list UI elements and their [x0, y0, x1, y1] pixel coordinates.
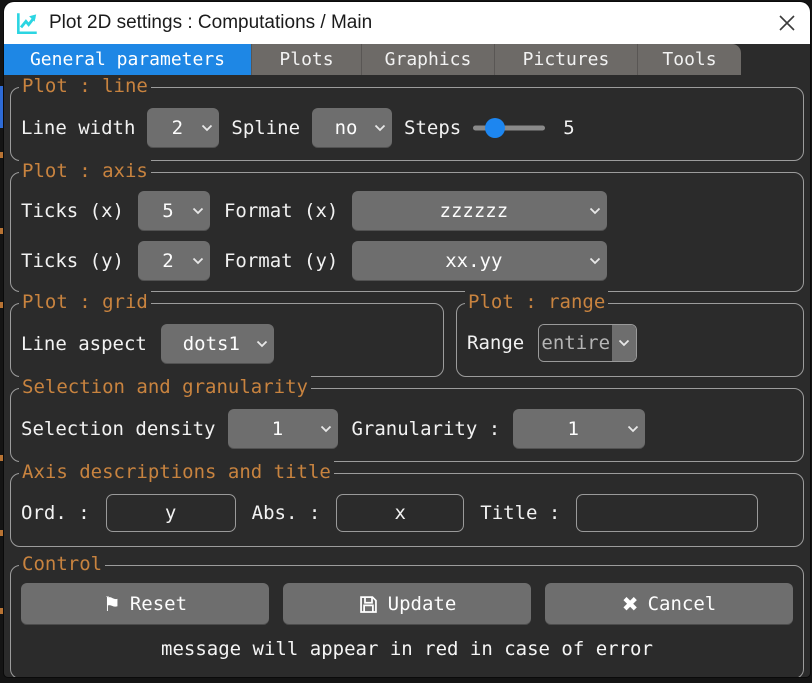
- chevron-down-icon[interactable]: [612, 325, 636, 361]
- steps-slider[interactable]: [473, 118, 545, 138]
- granularity-label: Granularity :: [351, 418, 500, 440]
- plot-2d-settings-dialog: Plot 2D settings : Computations / Main G…: [4, 2, 810, 677]
- titlebar: Plot 2D settings : Computations / Main: [4, 2, 810, 44]
- update-button[interactable]: Update: [283, 583, 531, 625]
- tab-pictures[interactable]: Pictures: [494, 44, 637, 75]
- window-title: Plot 2D settings : Computations / Main: [49, 12, 764, 34]
- group-plot-grid: Plot : grid Line aspect dots1: [10, 303, 444, 377]
- selection-density-label: Selection density: [21, 418, 215, 440]
- line-chart-icon: [14, 10, 40, 36]
- update-button-label: Update: [388, 593, 457, 615]
- chevron-down-icon: [192, 207, 204, 215]
- format-y-value: xx.yy: [445, 250, 514, 272]
- title-input[interactable]: [576, 494, 758, 532]
- line-aspect-label: Line aspect: [21, 333, 147, 355]
- tab-graphics[interactable]: Graphics: [361, 44, 494, 75]
- title-label: Title :: [480, 502, 560, 524]
- reset-button[interactable]: ⚑ Reset: [21, 583, 269, 625]
- chevron-down-icon: [627, 425, 639, 433]
- group-selection-granularity: Selection and granularity Selection dens…: [10, 388, 804, 462]
- granularity-value: 1: [567, 418, 590, 440]
- abscissa-input[interactable]: [336, 494, 464, 532]
- ticks-y-select[interactable]: 2: [138, 241, 210, 281]
- group-plot-axis: Plot : axis Ticks (x) 5 Format (x) zzzzz…: [10, 172, 804, 292]
- chevron-down-icon: [320, 425, 332, 433]
- format-x-value: zzzzzz: [440, 200, 521, 222]
- spline-select[interactable]: no: [312, 108, 392, 148]
- group-title: Control: [19, 553, 105, 575]
- group-plot-line: Plot : line Line width 2 Spline no Steps: [10, 87, 804, 161]
- screen: { "window": { "title": "Plot 2D settings…: [0, 0, 812, 683]
- selection-density-value: 1: [272, 418, 295, 440]
- dialog-content: Plot : line Line width 2 Spline no Steps: [4, 75, 810, 677]
- tab-label: Tools: [662, 49, 716, 70]
- line-aspect-value: dots1: [183, 333, 252, 355]
- granularity-select[interactable]: 1: [513, 409, 645, 449]
- flag-icon: ⚑: [103, 594, 121, 614]
- range-value: entire: [539, 325, 612, 361]
- chevron-down-icon: [256, 340, 268, 348]
- group-control: Control ⚑ Reset Update: [10, 565, 804, 677]
- spline-label: Spline: [231, 117, 300, 139]
- range-label: Range: [467, 332, 524, 354]
- ordinate-input[interactable]: [106, 494, 236, 532]
- steps-label: Steps: [404, 117, 461, 139]
- tab-general-parameters[interactable]: General parameters: [4, 44, 251, 75]
- ticks-x-value: 5: [162, 200, 185, 222]
- group-title: Plot : grid: [19, 291, 151, 313]
- format-x-label: Format (x): [224, 200, 338, 222]
- tab-label: Pictures: [523, 49, 610, 70]
- ticks-y-label: Ticks (y): [21, 250, 124, 272]
- cancel-button[interactable]: ✖ Cancel: [545, 583, 793, 625]
- chevron-down-icon: [589, 207, 601, 215]
- tab-bar: General parameters Plots Graphics Pictur…: [4, 44, 810, 75]
- ticks-x-label: Ticks (x): [21, 200, 124, 222]
- group-title: Selection and granularity: [19, 376, 311, 398]
- group-title: Plot : axis: [19, 160, 151, 182]
- spline-value: no: [335, 117, 370, 139]
- floppy-disk-icon: [358, 594, 379, 615]
- tab-plots[interactable]: Plots: [251, 44, 361, 75]
- group-title: Plot : range: [465, 291, 608, 313]
- abscissa-label: Abs. :: [252, 502, 321, 524]
- selection-density-select[interactable]: 1: [228, 409, 338, 449]
- line-width-value: 2: [172, 117, 195, 139]
- ticks-x-select[interactable]: 5: [138, 191, 210, 231]
- chevron-down-icon: [192, 257, 204, 265]
- tab-label: General parameters: [30, 49, 225, 70]
- ticks-y-value: 2: [162, 250, 185, 272]
- cancel-button-label: Cancel: [648, 593, 717, 615]
- line-aspect-select[interactable]: dots1: [161, 324, 274, 364]
- reset-button-label: Reset: [130, 593, 187, 615]
- chevron-down-icon: [201, 124, 213, 132]
- line-width-select[interactable]: 2: [147, 108, 219, 148]
- ordinate-label: Ord. :: [21, 502, 90, 524]
- tab-label: Plots: [279, 49, 333, 70]
- tab-label: Graphics: [385, 49, 472, 70]
- chevron-down-icon: [589, 257, 601, 265]
- steps-value: 5: [563, 117, 574, 139]
- x-icon: ✖: [622, 594, 639, 614]
- chevron-down-icon: [374, 124, 386, 132]
- line-width-label: Line width: [21, 117, 135, 139]
- tab-tools[interactable]: Tools: [637, 44, 741, 75]
- group-title: Plot : line: [19, 75, 151, 97]
- status-message: message will appear in red in case of er…: [21, 638, 793, 660]
- group-title: Axis descriptions and title: [19, 461, 334, 483]
- group-axis-descriptions: Axis descriptions and title Ord. : Abs. …: [10, 473, 804, 547]
- close-button[interactable]: [764, 2, 810, 44]
- format-y-label: Format (y): [224, 250, 338, 272]
- format-x-select[interactable]: zzzzzz: [352, 191, 607, 231]
- format-y-select[interactable]: xx.yy: [352, 241, 607, 281]
- slider-handle[interactable]: [485, 118, 505, 138]
- group-plot-range: Plot : range Range entire: [456, 303, 804, 377]
- tabbar-spacer: [741, 44, 810, 75]
- range-select[interactable]: entire: [538, 324, 637, 362]
